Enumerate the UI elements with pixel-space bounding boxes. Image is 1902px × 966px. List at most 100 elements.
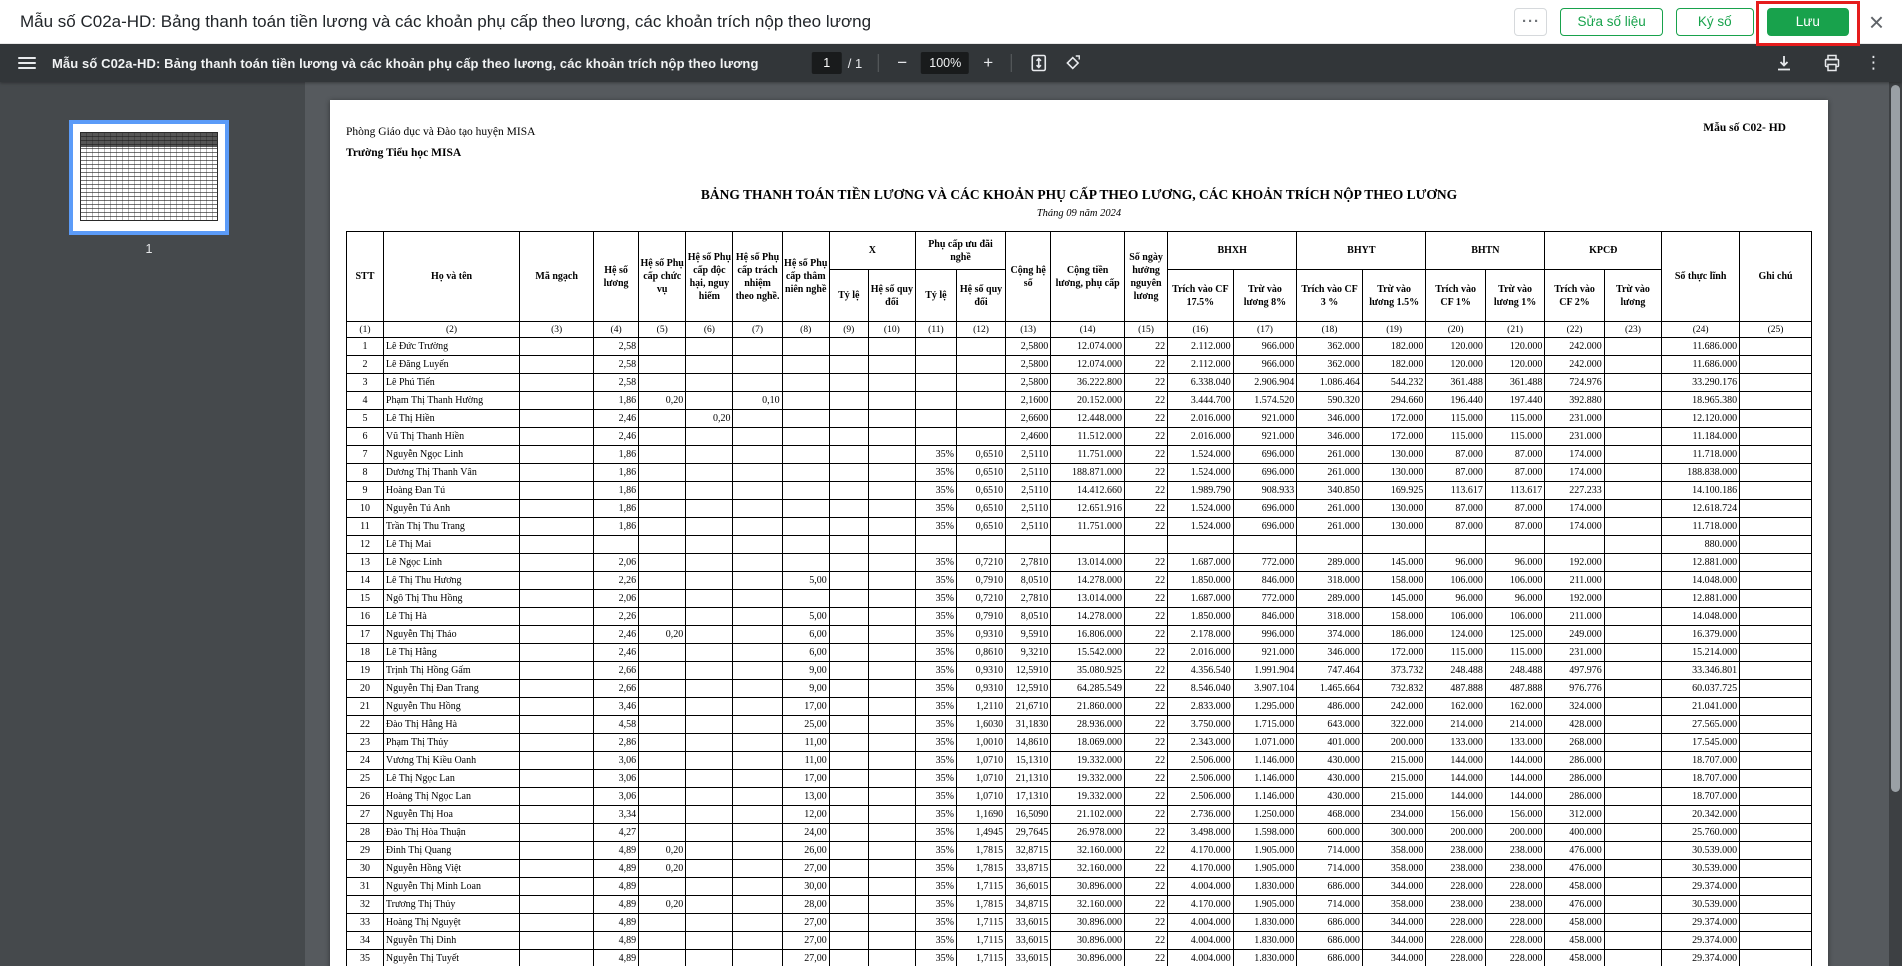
table-cell: 242.000 — [1544, 337, 1605, 357]
table-cell: 87.000 — [1484, 463, 1546, 483]
table-row: 24 Vương Thị Kiều Oanh 3,06 11,00 35% 1,0710 1… — [346, 751, 1812, 771]
table-cell: 921.000 — [1232, 409, 1298, 429]
table-cell: 5 — [346, 409, 384, 429]
table-cell: 24 — [346, 751, 384, 771]
print-icon[interactable] — [1815, 50, 1849, 76]
table-cell: 156.000 — [1425, 805, 1486, 825]
table-cell: 2.833.000 — [1167, 697, 1234, 717]
table-cell: 12,00 — [781, 805, 830, 825]
table-cell — [1739, 913, 1812, 933]
table-cell: 0,7210 — [955, 589, 1007, 609]
table-cell: 1,86 — [593, 463, 640, 483]
save-button[interactable]: Lưu — [1766, 7, 1849, 36]
table-cell: 106.000 — [1425, 571, 1486, 591]
table-cell: 696.000 — [1232, 517, 1298, 537]
rotate-icon[interactable] — [1056, 50, 1090, 76]
table-cell: 22 — [1124, 409, 1169, 429]
table-cell — [1739, 499, 1812, 519]
table-cell: 11,00 — [781, 751, 830, 771]
table-cell: 0,20 — [638, 895, 687, 915]
table-cell: Ngô Thị Thu Hồng — [382, 589, 521, 609]
table-cell — [1603, 499, 1663, 519]
page-thumbnail[interactable] — [69, 120, 229, 235]
table-cell — [519, 931, 595, 951]
table-cell — [685, 391, 734, 411]
table-cell — [867, 481, 916, 501]
table-cell — [828, 463, 869, 483]
edit-data-button[interactable]: Sửa số liệu — [1560, 7, 1663, 36]
table-cell — [638, 733, 687, 753]
table-cell: 1,7115 — [955, 877, 1007, 897]
fit-to-page-icon[interactable] — [1022, 50, 1056, 76]
table-cell: 487.888 — [1484, 679, 1546, 699]
page-number-input[interactable] — [811, 52, 842, 74]
table-cell: 214.000 — [1484, 715, 1546, 735]
table-cell: 32.160.000 — [1050, 841, 1126, 861]
table-cell: 10 — [346, 499, 384, 519]
zoom-out-icon[interactable]: − — [889, 53, 915, 73]
table-row: 22 Đào Thị Hằng Hà 4,58 25,00 35% 1,6030 31,18… — [346, 715, 1812, 735]
scrollbar-thumb[interactable] — [1891, 85, 1900, 793]
table-cell — [685, 589, 734, 609]
table-cell — [955, 535, 1007, 555]
table-cell: 1.524.000 — [1167, 445, 1234, 465]
table-cell: 21,1310 — [1005, 769, 1052, 789]
table-cell: 2.016.000 — [1167, 427, 1234, 447]
table-cell: 1,7815 — [955, 841, 1007, 861]
table-cell: 87.000 — [1425, 499, 1486, 519]
col-bhxh-cf: Trích vào CF 17.5% — [1167, 269, 1234, 323]
table-cell — [867, 787, 916, 807]
table-cell — [828, 355, 869, 375]
digital-sign-button[interactable]: Ký số — [1675, 7, 1754, 36]
table-cell: 966.000 — [1232, 355, 1298, 375]
table-cell: 87.000 — [1484, 445, 1546, 465]
table-cell: 1.524.000 — [1167, 499, 1234, 519]
zoom-level[interactable]: 100% — [921, 52, 970, 74]
table-cell: 374.000 — [1296, 625, 1363, 645]
table-cell — [1603, 715, 1663, 735]
table-cell — [732, 949, 783, 966]
table-cell: 22 — [1124, 787, 1169, 807]
zoom-in-icon[interactable]: + — [975, 53, 1001, 73]
more-button[interactable]: ··· — [1514, 7, 1548, 36]
table-cell: 12.651.916 — [1050, 499, 1126, 519]
table-cell: 2,26 — [593, 607, 640, 627]
table-cell — [1603, 841, 1663, 861]
table-cell — [685, 445, 734, 465]
close-icon[interactable]: × — [1863, 9, 1890, 35]
download-icon[interactable] — [1767, 50, 1801, 76]
table-cell: 29.374.000 — [1661, 949, 1741, 966]
table-cell: Vương Thị Kiều Oanh — [382, 751, 521, 771]
sidebar-toggle-icon[interactable] — [18, 54, 36, 72]
table-cell: 358.000 — [1361, 895, 1427, 915]
table-cell — [828, 409, 869, 429]
table-cell — [1603, 859, 1663, 879]
table-cell: 1.905.000 — [1232, 841, 1298, 861]
table-cell: 144.000 — [1484, 769, 1546, 789]
table-cell — [685, 823, 734, 843]
group-bhtn: BHTN — [1425, 231, 1546, 271]
table-cell — [685, 625, 734, 645]
table-cell: 261.000 — [1296, 517, 1363, 537]
viewer-scrollbar[interactable] — [1889, 82, 1902, 966]
table-cell: 29.374.000 — [1661, 931, 1741, 951]
table-row: 18 Lê Thị Hằng 2,46 6,00 35% 0,8610 9,3210 15.5… — [346, 643, 1812, 663]
table-cell — [732, 553, 783, 573]
table-cell: 115.000 — [1425, 409, 1486, 429]
table-cell: 4,89 — [593, 931, 640, 951]
table-cell: 26 — [346, 787, 384, 807]
table-cell: 26,00 — [781, 841, 830, 861]
table-cell: 430.000 — [1296, 751, 1363, 771]
more-options-icon[interactable]: ⋮ — [1859, 53, 1888, 73]
table-cell: 2,06 — [593, 589, 640, 609]
table-cell: Nguyễn Ngọc Linh — [382, 445, 521, 465]
table-cell: 12,5910 — [1005, 679, 1052, 699]
table-cell: 0,9310 — [955, 625, 1007, 645]
table-cell: 14.278.000 — [1050, 571, 1126, 591]
table-cell: 1,1690 — [955, 805, 1007, 825]
table-cell — [519, 913, 595, 933]
table-cell — [781, 445, 830, 465]
table-cell — [828, 589, 869, 609]
table-cell: 12,5910 — [1005, 661, 1052, 681]
table-cell: 33,6015 — [1005, 949, 1052, 966]
